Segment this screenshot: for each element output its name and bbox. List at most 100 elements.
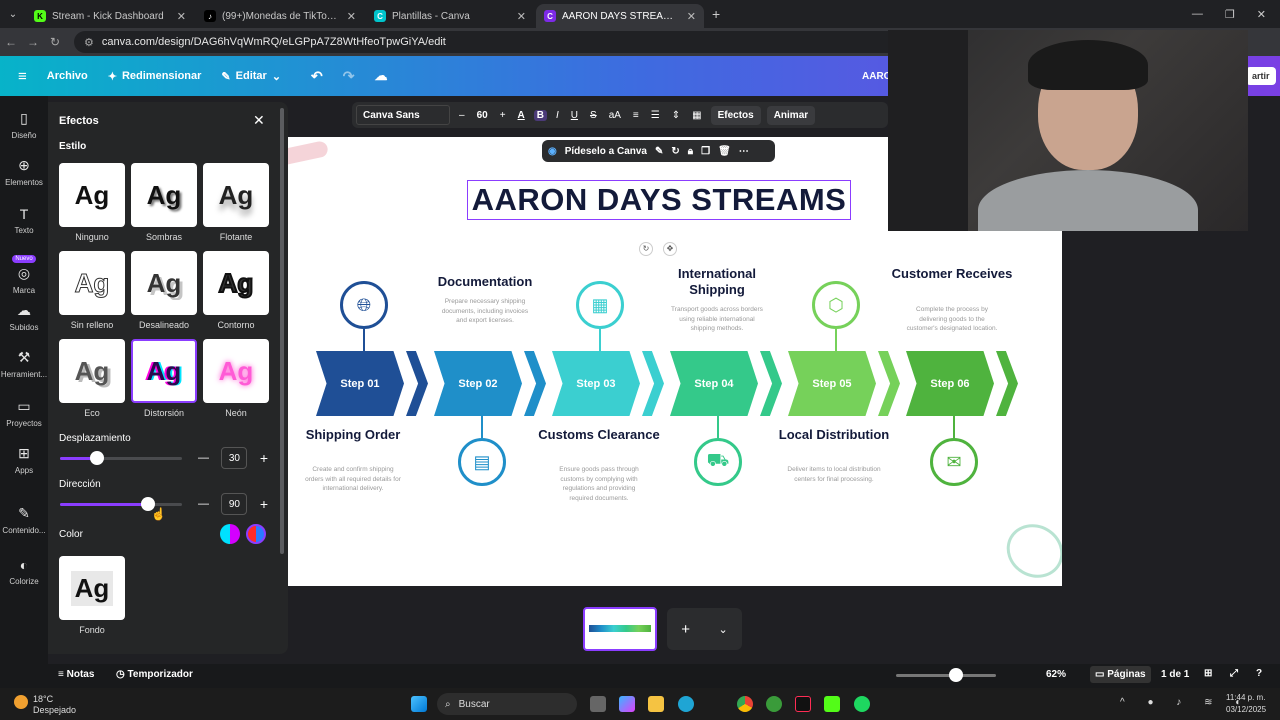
sidebar-item-colorize[interactable]: ◐ Colorize xyxy=(0,557,48,586)
direction-stepper[interactable]: — 90 + xyxy=(198,493,268,515)
forward-icon[interactable]: → xyxy=(22,35,44,49)
minus-icon[interactable]: — xyxy=(198,498,209,510)
redo-icon[interactable]: ↷ xyxy=(333,68,365,85)
strikethrough-icon[interactable]: S xyxy=(587,110,600,121)
align-icon[interactable]: ≡ xyxy=(630,110,642,121)
sidebar-item-herramient[interactable]: ⚒ Herramient... xyxy=(0,349,48,379)
font-size-plus[interactable]: + xyxy=(497,110,509,121)
tab-menu-icon[interactable]: ⌄ xyxy=(0,9,26,20)
underline-icon[interactable]: U xyxy=(568,110,581,121)
maximize-icon[interactable]: ❐ xyxy=(1225,8,1235,21)
archivo-menu[interactable]: Archivo xyxy=(37,70,98,82)
more-icon[interactable]: ⋯ xyxy=(739,146,749,157)
sidebar-item-proyectos[interactable]: ▭ Proyectos xyxy=(0,398,48,428)
step-arrow[interactable]: Step 02 xyxy=(434,351,522,416)
move-handle-icon[interactable]: ✥ xyxy=(663,242,677,256)
font-size-minus[interactable]: – xyxy=(456,110,468,121)
start-icon[interactable] xyxy=(411,696,427,712)
new-tab-button[interactable]: + xyxy=(712,6,720,22)
plus-icon[interactable]: + xyxy=(260,450,268,466)
sidebar-item-elementos[interactable]: ⊕ Elementos xyxy=(0,157,48,187)
direction-value[interactable]: 90 xyxy=(221,493,248,515)
resize-button[interactable]: ✦ Redimensionar xyxy=(98,70,212,83)
weather-icon[interactable] xyxy=(14,695,28,709)
step-icon-circle[interactable]: ▤ xyxy=(458,438,506,486)
browser-tab[interactable]: ♪ (99+)Monedas de TikTok: comprar ✕ xyxy=(196,4,364,28)
close-tab-icon[interactable]: ✕ xyxy=(347,10,356,23)
slide-title[interactable]: AARON DAYS STREAMS xyxy=(467,180,851,220)
undo-icon[interactable]: ↶ xyxy=(301,68,333,85)
minimize-icon[interactable]: — xyxy=(1192,8,1203,21)
url-input[interactable]: ⚙ canva.com/design/DAG6hVqWmRQ/eLGPpA7Z8… xyxy=(74,31,904,53)
chrome-icon[interactable] xyxy=(737,696,753,712)
effect-distorsión[interactable]: Ag xyxy=(131,339,197,403)
offset-slider-handle[interactable] xyxy=(89,451,104,465)
zoom-slider-handle[interactable] xyxy=(949,668,963,682)
sidebar-item-texto[interactable]: T Texto xyxy=(0,206,48,235)
close-window-icon[interactable]: ✕ xyxy=(1257,8,1266,21)
bold-icon[interactable]: B xyxy=(533,109,547,121)
sidebar-item-apps[interactable]: ⊞ Apps xyxy=(0,445,48,475)
share-button-fragment[interactable]: artir xyxy=(1246,67,1276,85)
step-icon-circle[interactable]: 🌐︎ xyxy=(340,281,388,329)
lock-icon[interactable]: 🔒︎ xyxy=(688,146,693,157)
step-icon-circle[interactable]: ▦ xyxy=(576,281,624,329)
step-icon-circle[interactable]: ⛟ xyxy=(694,438,742,486)
rotate-icon[interactable]: ↻ xyxy=(671,146,679,157)
animate-button[interactable]: Animar xyxy=(766,105,816,125)
kick-icon[interactable] xyxy=(824,696,840,712)
menu-icon[interactable]: ≡ xyxy=(0,68,37,85)
rotate-handle-icon[interactable]: ↻ xyxy=(639,242,653,256)
edge-icon[interactable] xyxy=(678,696,694,712)
site-info-icon[interactable]: ⚙ xyxy=(84,36,94,49)
trash-icon[interactable]: 🗑︎ xyxy=(718,146,731,157)
step-arrow[interactable]: Step 06 xyxy=(906,351,994,416)
step-icon-circle[interactable]: ⬡ xyxy=(812,281,860,329)
color-swatch-1[interactable] xyxy=(220,524,240,544)
step-arrow[interactable]: Step 05 xyxy=(788,351,876,416)
effect-eco[interactable]: Ag xyxy=(59,339,125,403)
italic-icon[interactable]: I xyxy=(553,110,562,121)
effect-fondo[interactable]: Ag xyxy=(59,556,125,620)
list-icon[interactable]: ☰ xyxy=(648,110,663,121)
sidebar-item-contenido[interactable]: ✎ Contenido... xyxy=(0,505,48,535)
reload-icon[interactable]: ↻ xyxy=(44,35,66,49)
task-view-icon[interactable] xyxy=(590,696,606,712)
xbox-icon[interactable] xyxy=(766,696,782,712)
step-arrow[interactable]: Step 04 xyxy=(670,351,758,416)
offset-slider[interactable] xyxy=(60,451,182,465)
sidebar-item-diseo[interactable]: ▯ Diseño xyxy=(0,110,48,140)
effects-button[interactable]: Efectos xyxy=(710,105,761,125)
panel-scrollbar[interactable] xyxy=(280,108,284,554)
browser-tab[interactable]: K Stream - Kick Dashboard ✕ xyxy=(26,4,194,28)
color-swatch-2[interactable] xyxy=(246,524,266,544)
close-tab-icon[interactable]: ✕ xyxy=(517,10,526,23)
edit-pencil-icon[interactable]: ✎ xyxy=(655,146,663,157)
add-page-button[interactable]: + ⌄ xyxy=(667,608,742,650)
step-arrow[interactable]: Step 03 xyxy=(552,351,640,416)
step-icon-circle[interactable]: ✉ xyxy=(930,438,978,486)
sidebar-item-marca[interactable]: Nuevo ◎ Marca xyxy=(0,253,48,295)
minus-icon[interactable]: — xyxy=(198,452,209,464)
back-icon[interactable]: ← xyxy=(0,35,22,49)
zoom-level[interactable]: 62% xyxy=(1046,669,1066,680)
grid-view-icon[interactable]: ⊞ xyxy=(1204,668,1212,679)
page-thumbnail[interactable] xyxy=(583,607,657,651)
help-icon[interactable]: ? xyxy=(1256,668,1262,679)
font-size-value[interactable]: 60 xyxy=(474,110,491,121)
cloud-save-icon[interactable]: ☁ xyxy=(365,68,398,84)
duplicate-icon[interactable]: ❐ xyxy=(701,146,710,157)
taskbar-search[interactable]: ⌕ Buscar xyxy=(437,693,577,715)
effect-ninguno[interactable]: Ag xyxy=(59,163,125,227)
effect-sinrelleno[interactable]: Ag xyxy=(59,251,125,315)
spacing-icon[interactable]: ⇕ xyxy=(669,110,683,121)
close-tab-icon[interactable]: ✕ xyxy=(177,10,186,23)
notes-button[interactable]: ≡ Notas xyxy=(58,669,94,680)
offset-stepper[interactable]: — 30 + xyxy=(198,447,268,469)
effect-flotante[interactable]: Ag xyxy=(203,163,269,227)
timer-button[interactable]: ◷ Temporizador xyxy=(116,669,193,680)
explorer-icon[interactable] xyxy=(648,696,664,712)
browser-tab[interactable]: C AARON DAYS STREAMS - Presentación ✕ xyxy=(536,4,704,28)
plus-icon[interactable]: + xyxy=(260,496,268,512)
close-tab-icon[interactable]: ✕ xyxy=(687,10,696,23)
